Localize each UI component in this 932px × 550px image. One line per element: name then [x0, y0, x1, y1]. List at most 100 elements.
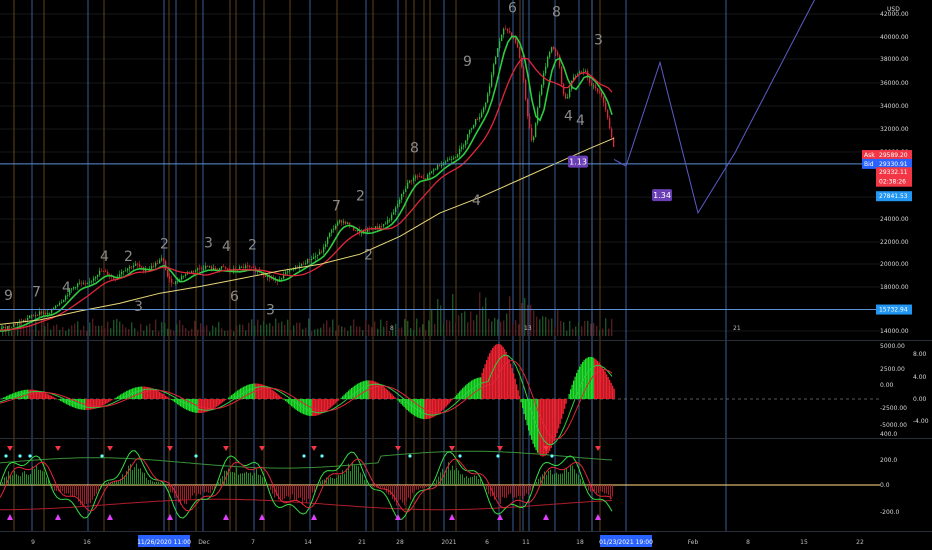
candle-body [137, 263, 139, 265]
price-tag-value: 29332.11 [879, 169, 908, 176]
macd-bar [219, 399, 221, 405]
macd-bar [283, 399, 285, 400]
wave-label: 7 [332, 199, 341, 215]
candle-body [477, 119, 479, 120]
macd-bar [67, 399, 69, 405]
macd-bar [540, 399, 542, 456]
price-tick: 14000.00 [880, 328, 909, 335]
osc-bar [290, 485, 291, 499]
macd-bar [159, 391, 161, 399]
macd-bar [586, 357, 588, 399]
macd-bar [463, 386, 465, 399]
volume-bar [536, 316, 538, 336]
time-tick: 15 [800, 539, 808, 546]
macd-bar [327, 399, 329, 411]
macd-bar [48, 394, 50, 399]
macd-bar [331, 399, 333, 407]
macd-bar [573, 380, 575, 399]
macd-bar [538, 399, 540, 455]
time-tick: 7 [251, 539, 255, 546]
volume-bar [170, 329, 172, 336]
macd-bar [12, 393, 14, 399]
macd-bar [259, 383, 261, 399]
osc-bar [302, 485, 303, 505]
volume-bar [176, 324, 178, 336]
osc-bar [588, 485, 589, 491]
time-tick: 16 [83, 539, 91, 546]
price-tag-value: 29589.20 [879, 152, 908, 159]
trading-chart[interactable]: 9 7 44 22 3 4 23637228496 834 4 1.131.34 USD 420… [0, 0, 932, 550]
volume-bar [329, 327, 331, 336]
volume-bar [368, 324, 370, 336]
macd-bar [213, 399, 215, 409]
macd-bar [193, 399, 195, 413]
osc-bar [284, 485, 285, 499]
candle-body [223, 266, 225, 268]
macd-bar [162, 393, 164, 399]
volume-bar [290, 331, 292, 336]
candle-body [597, 88, 599, 92]
candle-body [417, 176, 419, 178]
osc-bar [386, 485, 387, 493]
wave-label: 8 [410, 141, 419, 157]
osc-bar [72, 485, 73, 497]
candle-body [399, 199, 401, 204]
price-tick: 20000.00 [880, 261, 909, 268]
macd-bar [475, 378, 477, 399]
ratio-label: 1.13 [568, 155, 588, 168]
volume-bar [200, 323, 202, 336]
osc-bar [230, 471, 231, 485]
osc-bar [496, 485, 497, 498]
macd-right-tick: -4.00 [913, 418, 929, 425]
macd-bar [585, 358, 587, 399]
candle-body [315, 255, 317, 257]
macd-bar [534, 399, 536, 448]
signal-dot [320, 454, 324, 458]
candle-body [41, 311, 43, 314]
candle-body [141, 266, 143, 268]
macd-bar [609, 379, 611, 399]
macd-bar [201, 399, 203, 413]
wave-label: 2 [364, 248, 373, 264]
macd-bar [502, 346, 504, 399]
candle-body [75, 287, 77, 288]
candle-body [483, 107, 485, 113]
candle-body [527, 99, 529, 117]
osc-bar [556, 472, 557, 485]
macd-bar [264, 385, 266, 399]
osc-bar [562, 473, 563, 485]
osc-bar [498, 485, 499, 500]
macd-bar [43, 392, 45, 399]
macd-bar [105, 399, 107, 405]
candle-body [453, 157, 455, 160]
wave-label: 2 [356, 189, 365, 205]
macd-bar [175, 399, 177, 404]
volume-bar [608, 328, 610, 336]
osc-bar [476, 476, 477, 485]
macd-bar [603, 369, 605, 399]
candle-body [433, 169, 435, 172]
candle-body [285, 272, 287, 275]
volume-bar [452, 293, 454, 336]
macd-bar [388, 391, 390, 399]
osc-bar [604, 485, 605, 494]
candle-body [601, 92, 603, 97]
macd-bar [238, 389, 240, 399]
osc-bar [418, 485, 419, 490]
macd-bar [217, 399, 219, 406]
macd-bar [402, 399, 404, 406]
macd-bar [195, 399, 197, 413]
volume-bar [218, 321, 220, 336]
osc-bar [330, 477, 331, 485]
time-tick: Dec [198, 539, 210, 546]
candle-body [457, 154, 459, 157]
candle-body [47, 312, 49, 315]
osc-bar [170, 485, 171, 493]
macd-bar [571, 384, 573, 399]
osc-bar [424, 485, 425, 489]
time-tick: 2021 [441, 539, 456, 546]
osc-bar [568, 472, 569, 485]
candle-body [447, 159, 449, 162]
wave-label: 8 [552, 5, 561, 21]
osc-bar [52, 485, 53, 488]
